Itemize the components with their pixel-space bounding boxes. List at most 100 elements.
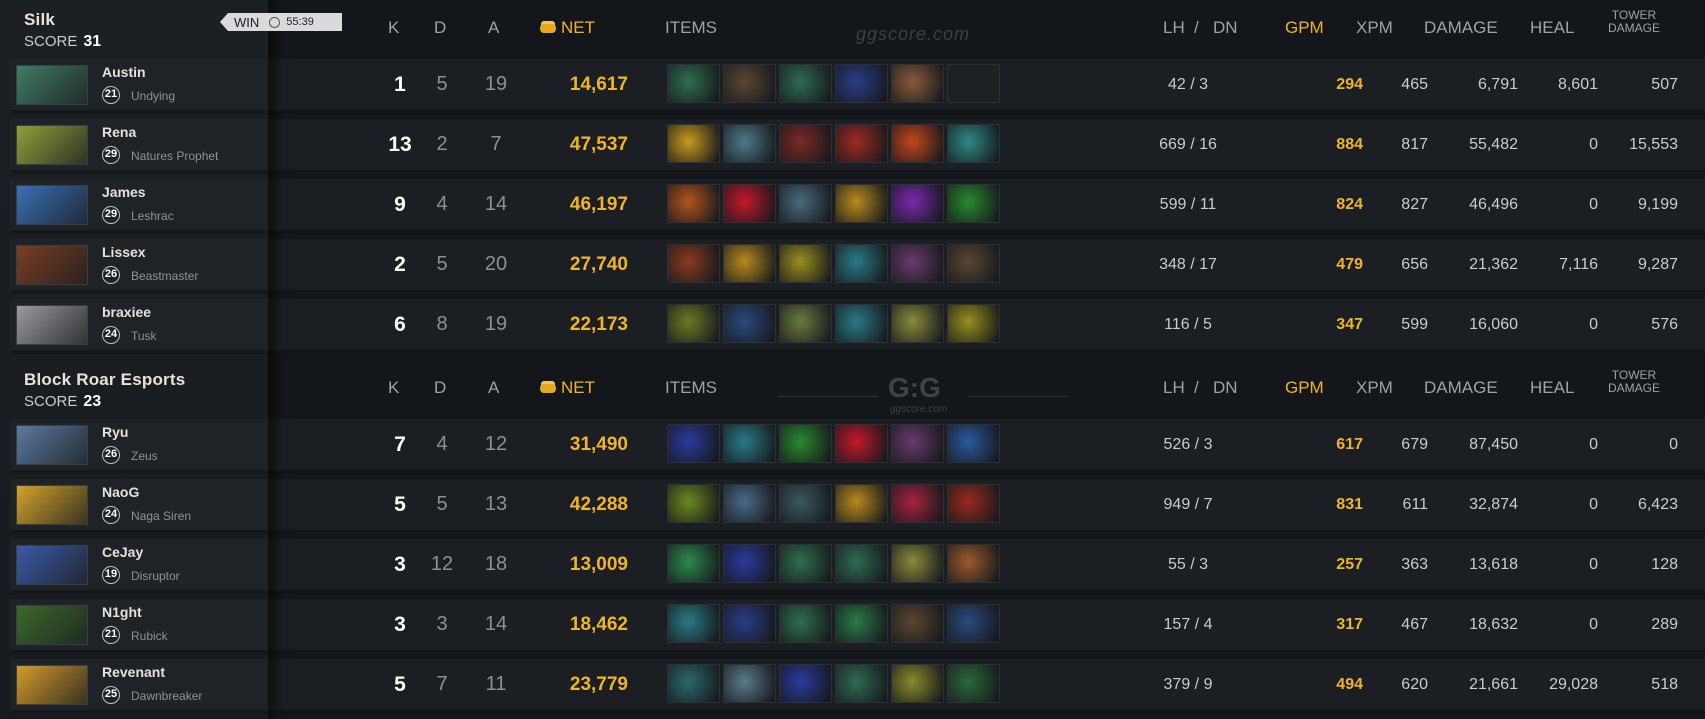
item-slot-icon[interactable] [667, 124, 720, 163]
player-card[interactable]: Revenant 25 Dawnbreaker [10, 659, 268, 714]
item-slot-icon[interactable] [835, 664, 888, 703]
col-d[interactable]: D [434, 378, 446, 398]
player-card[interactable]: NaoG 24 Naga Siren [10, 479, 268, 534]
col-tower-damage[interactable]: TOWER DAMAGE [1608, 9, 1660, 35]
col-gpm[interactable]: GPM [1285, 18, 1324, 38]
item-slot-icon[interactable] [667, 604, 720, 643]
tower-label-2: DAMAGE [1608, 381, 1661, 395]
col-slash[interactable]: / [1194, 18, 1199, 38]
col-lh[interactable]: LH [1163, 18, 1185, 38]
item-slot-icon[interactable] [947, 424, 1000, 463]
col-damage[interactable]: DAMAGE [1424, 18, 1498, 38]
item-slot-icon[interactable] [947, 244, 1000, 283]
item-slot-icon[interactable] [779, 184, 832, 223]
col-heal[interactable]: HEAL [1530, 378, 1574, 398]
item-slot-icon[interactable] [947, 604, 1000, 643]
col-lh[interactable]: LH [1163, 378, 1185, 398]
col-dn[interactable]: DN [1213, 378, 1238, 398]
item-slot-icon[interactable] [667, 244, 720, 283]
item-slot-icon[interactable] [947, 484, 1000, 523]
item-slot-icon[interactable] [723, 124, 776, 163]
item-slot-icon[interactable] [891, 304, 944, 343]
item-slot-icon[interactable] [723, 304, 776, 343]
col-dn[interactable]: DN [1213, 18, 1238, 38]
player-card[interactable]: Lissex 26 Beastmaster [10, 239, 268, 294]
item-slot-icon[interactable] [779, 484, 832, 523]
col-items[interactable]: ITEMS [665, 378, 717, 398]
item-slot-icon[interactable] [667, 184, 720, 223]
item-slot-icon[interactable] [835, 184, 888, 223]
item-slot-icon[interactable] [723, 484, 776, 523]
col-gpm[interactable]: GPM [1285, 378, 1324, 398]
item-slot-icon[interactable] [723, 184, 776, 223]
item-slot-icon[interactable] [891, 544, 944, 583]
item-slot-icon[interactable] [667, 484, 720, 523]
item-slot-icon[interactable] [947, 124, 1000, 163]
item-slot-icon[interactable] [835, 604, 888, 643]
item-slot-icon[interactable] [667, 664, 720, 703]
item-slot-icon[interactable] [891, 604, 944, 643]
item-slot-icon[interactable] [835, 484, 888, 523]
col-k[interactable]: K [388, 378, 399, 398]
item-slot-icon[interactable] [779, 664, 832, 703]
player-card[interactable]: CeJay 19 Disruptor [10, 539, 268, 594]
col-damage[interactable]: DAMAGE [1424, 378, 1498, 398]
item-slot-icon[interactable] [891, 184, 944, 223]
item-slot-icon[interactable] [723, 244, 776, 283]
player-card[interactable]: N1ght 21 Rubick [10, 599, 268, 654]
player-card[interactable]: Rena 29 Natures Prophet [10, 119, 268, 174]
col-d[interactable]: D [434, 18, 446, 38]
col-xpm[interactable]: XPM [1356, 378, 1393, 398]
item-slot-icon[interactable] [891, 424, 944, 463]
item-slot-icon[interactable] [835, 64, 888, 103]
col-xpm[interactable]: XPM [1356, 18, 1393, 38]
col-a[interactable]: A [488, 18, 499, 38]
col-net[interactable]: NET [540, 18, 595, 38]
col-a[interactable]: A [488, 378, 499, 398]
player-card[interactable]: Ryu 26 Zeus [10, 419, 268, 474]
item-slot-icon[interactable] [667, 304, 720, 343]
player-card[interactable]: braxiee 24 Tusk [10, 299, 268, 354]
item-slot-icon[interactable] [947, 664, 1000, 703]
player-card[interactable]: Austin 21 Undying [10, 59, 268, 114]
item-slot-icon[interactable] [947, 184, 1000, 223]
col-tower-damage[interactable]: TOWER DAMAGE [1608, 369, 1660, 395]
stats-header-team-2: K D A NET ITEMS G:G ggscore.com LH / DN GPM XPM DAMA… [268, 366, 1705, 416]
team-1-score-value: 31 [83, 33, 102, 50]
empty-item-slot[interactable] [947, 64, 1000, 103]
item-slot-icon[interactable] [723, 664, 776, 703]
tower-damage-value: 6,423 [1637, 496, 1678, 513]
item-slot-icon[interactable] [835, 124, 888, 163]
item-slot-icon[interactable] [667, 544, 720, 583]
item-slot-icon[interactable] [723, 64, 776, 103]
item-slot-icon[interactable] [779, 544, 832, 583]
item-slot-icon[interactable] [723, 604, 776, 643]
item-slot-icon[interactable] [891, 124, 944, 163]
item-slot-icon[interactable] [947, 304, 1000, 343]
item-slot-icon[interactable] [835, 544, 888, 583]
item-slot-icon[interactable] [835, 304, 888, 343]
item-slot-icon[interactable] [835, 244, 888, 283]
item-slot-icon[interactable] [779, 244, 832, 283]
item-slot-icon[interactable] [779, 64, 832, 103]
col-net[interactable]: NET [540, 378, 595, 398]
col-k[interactable]: K [388, 18, 399, 38]
item-slot-icon[interactable] [667, 64, 720, 103]
item-slot-icon[interactable] [947, 544, 1000, 583]
item-slot-icon[interactable] [891, 64, 944, 103]
col-heal[interactable]: HEAL [1530, 18, 1574, 38]
item-slot-icon[interactable] [723, 544, 776, 583]
player-card[interactable]: James 29 Leshrac [10, 179, 268, 234]
item-slot-icon[interactable] [779, 304, 832, 343]
item-slot-icon[interactable] [891, 664, 944, 703]
item-slot-icon[interactable] [723, 424, 776, 463]
item-slot-icon[interactable] [891, 484, 944, 523]
item-slot-icon[interactable] [779, 424, 832, 463]
col-slash[interactable]: / [1194, 378, 1199, 398]
item-slot-icon[interactable] [667, 424, 720, 463]
item-slot-icon[interactable] [779, 124, 832, 163]
item-slot-icon[interactable] [835, 424, 888, 463]
col-items[interactable]: ITEMS [665, 18, 717, 38]
item-slot-icon[interactable] [779, 604, 832, 643]
item-slot-icon[interactable] [891, 244, 944, 283]
